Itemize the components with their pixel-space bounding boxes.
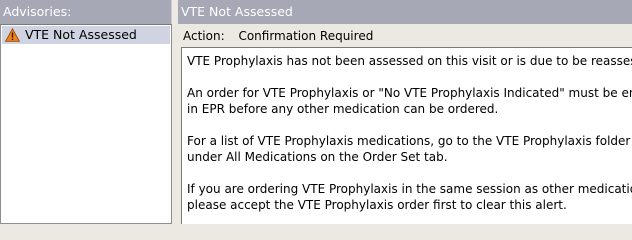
message-paragraph-2: An order for VTE Prophylaxis or "No VTE … [187,86,632,116]
advisory-window: Advisories: VTE Not Assessed VTE Not Ass… [0,0,632,224]
advisories-header: Advisories: [0,0,172,24]
advisories-panel: Advisories: VTE Not Assessed [0,0,172,224]
action-label: Action: [183,29,225,43]
action-value: Confirmation Required [238,29,374,43]
advisory-detail-panel: VTE Not Assessed Action: Confirmation Re… [178,0,632,224]
message-paragraph-4: If you are ordering VTE Prophylaxis in t… [187,182,632,212]
warning-triangle-icon [4,27,21,42]
advisory-message: VTE Prophylaxis has not been assessed on… [181,47,632,224]
message-paragraph-3: For a list of VTE Prophylaxis medication… [187,134,631,164]
message-paragraph-1: VTE Prophylaxis has not been assessed on… [187,54,632,68]
advisory-detail-title: VTE Not Assessed [178,0,632,24]
advisory-item-vte-not-assessed[interactable]: VTE Not Assessed [2,26,170,44]
advisory-item-label: VTE Not Assessed [25,27,137,42]
advisories-list[interactable]: VTE Not Assessed [0,24,172,224]
action-row: Action: Confirmation Required [178,26,632,46]
